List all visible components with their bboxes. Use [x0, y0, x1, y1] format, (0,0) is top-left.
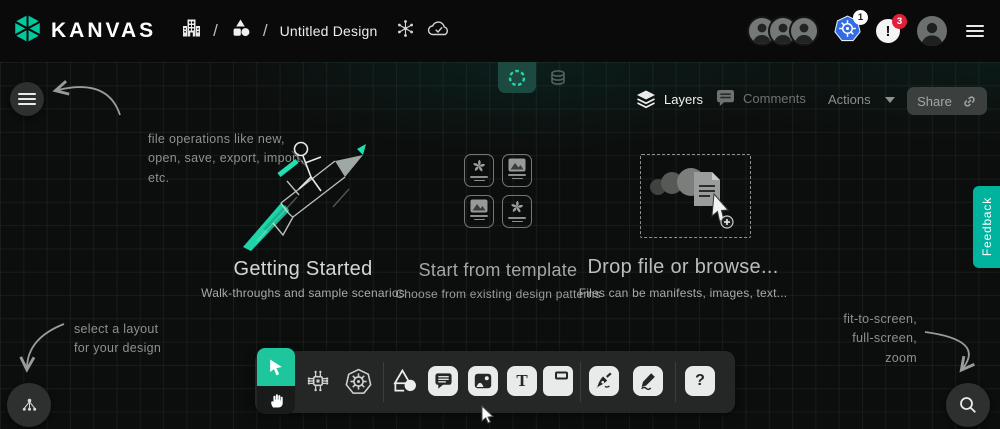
cluster-status[interactable]: 1 — [834, 15, 861, 47]
header-menu-icon[interactable] — [964, 21, 986, 42]
pointer-tool-group — [257, 348, 295, 414]
getting-started-illustration[interactable] — [237, 137, 372, 257]
pen-tool-button[interactable] — [589, 366, 619, 396]
shapes-icon — [391, 366, 419, 396]
comments-button[interactable]: Comments — [716, 89, 806, 107]
layers-label: Layers — [664, 92, 703, 107]
breadcrumb-separator: / — [213, 21, 218, 41]
getting-started-title[interactable]: Getting Started — [203, 258, 403, 281]
shape-node-tool-button[interactable] — [543, 366, 573, 396]
menu-icon — [16, 89, 38, 110]
pen-icon — [594, 371, 614, 391]
text-tool-glyph: T — [516, 371, 527, 391]
file-menu-button[interactable] — [10, 82, 44, 116]
zoom-hint: fit-to-screen, full-screen, zoom — [717, 310, 917, 368]
kanvas-app: KANVAS — [0, 0, 1000, 429]
cursor-arrow-icon — [266, 357, 286, 377]
design-canvas[interactable]: file operations like new, open, save, ex… — [0, 62, 1000, 429]
actions-label: Actions — [828, 92, 871, 107]
help-button[interactable]: ? — [685, 366, 715, 396]
image-tool-button[interactable] — [468, 366, 498, 396]
kubernetes-tool-button[interactable] — [344, 367, 372, 395]
kanvas-logo-icon — [14, 14, 41, 48]
notifications[interactable]: ! 3 — [876, 19, 900, 43]
header-bar: KANVAS — [0, 0, 1000, 62]
feedback-label: Feedback — [980, 197, 994, 256]
collaborator-avatars[interactable] — [747, 16, 819, 46]
organization-icon[interactable] — [182, 18, 201, 44]
cloud-saved-icon[interactable] — [427, 20, 451, 42]
link-icon — [962, 94, 977, 109]
template-grid[interactable] — [464, 154, 532, 228]
layers-icon — [636, 89, 656, 109]
comment-tool-icon — [434, 372, 453, 390]
shapes-tool-button[interactable] — [391, 367, 419, 395]
freehand-draw-button[interactable] — [633, 366, 663, 396]
profile-avatar[interactable] — [915, 14, 949, 48]
dropzone-subtitle: Files can be manifests, images, text... — [563, 286, 803, 300]
brand-name: KANVAS — [51, 19, 156, 43]
comment-icon — [716, 89, 735, 107]
pan-tool-button[interactable] — [257, 386, 295, 414]
help-glyph: ? — [695, 372, 705, 390]
breadcrumb: / / Untitled Design — [182, 18, 450, 44]
layout-tree-icon — [20, 396, 39, 414]
text-tool-button[interactable]: T — [507, 366, 537, 396]
alert-count-badge: 3 — [892, 14, 907, 29]
magnifier-icon — [958, 395, 978, 415]
chevron-down-icon — [885, 97, 895, 103]
select-tool-button[interactable] — [257, 348, 295, 386]
visualize-mode-toggle[interactable] — [541, 62, 575, 93]
rectangle-node-icon — [547, 371, 569, 391]
layout-select-button[interactable] — [7, 383, 51, 427]
zoom-controls-button[interactable] — [946, 383, 990, 427]
template-tile[interactable] — [464, 154, 494, 187]
comment-tool-button[interactable] — [428, 366, 458, 396]
image-icon — [474, 373, 492, 389]
avatar — [789, 16, 819, 46]
design-icon[interactable] — [230, 19, 251, 43]
hand-icon — [268, 391, 285, 410]
design-mode-toggle[interactable] — [498, 62, 536, 93]
document-title[interactable]: Untitled Design — [280, 23, 378, 39]
cluster-count-badge: 1 — [853, 10, 868, 25]
environment-icon[interactable] — [396, 19, 415, 43]
feedback-tab[interactable]: Feedback — [973, 186, 1000, 268]
kubernetes-wheel-icon — [345, 368, 372, 395]
template-title[interactable]: Start from template — [398, 260, 598, 281]
share-label: Share — [917, 94, 952, 109]
comments-label: Comments — [743, 91, 806, 106]
component-tool-button[interactable] — [304, 367, 332, 395]
file-dropzone[interactable] — [640, 154, 751, 238]
header-actions: 1 ! 3 — [747, 14, 986, 48]
layout-hint: select a layout for your design — [74, 320, 161, 359]
template-tile[interactable] — [464, 195, 494, 228]
pencil-icon — [638, 371, 658, 391]
brand[interactable]: KANVAS — [14, 14, 156, 48]
node-circuit-icon — [305, 368, 331, 394]
dropzone-title[interactable]: Drop file or browse... — [573, 256, 793, 279]
template-tile[interactable] — [502, 154, 532, 187]
actions-dropdown[interactable]: Actions — [828, 92, 895, 107]
template-tile[interactable] — [502, 195, 532, 228]
layers-button[interactable]: Layers — [636, 89, 703, 109]
share-button[interactable]: Share — [907, 87, 987, 115]
breadcrumb-separator: / — [263, 21, 268, 41]
